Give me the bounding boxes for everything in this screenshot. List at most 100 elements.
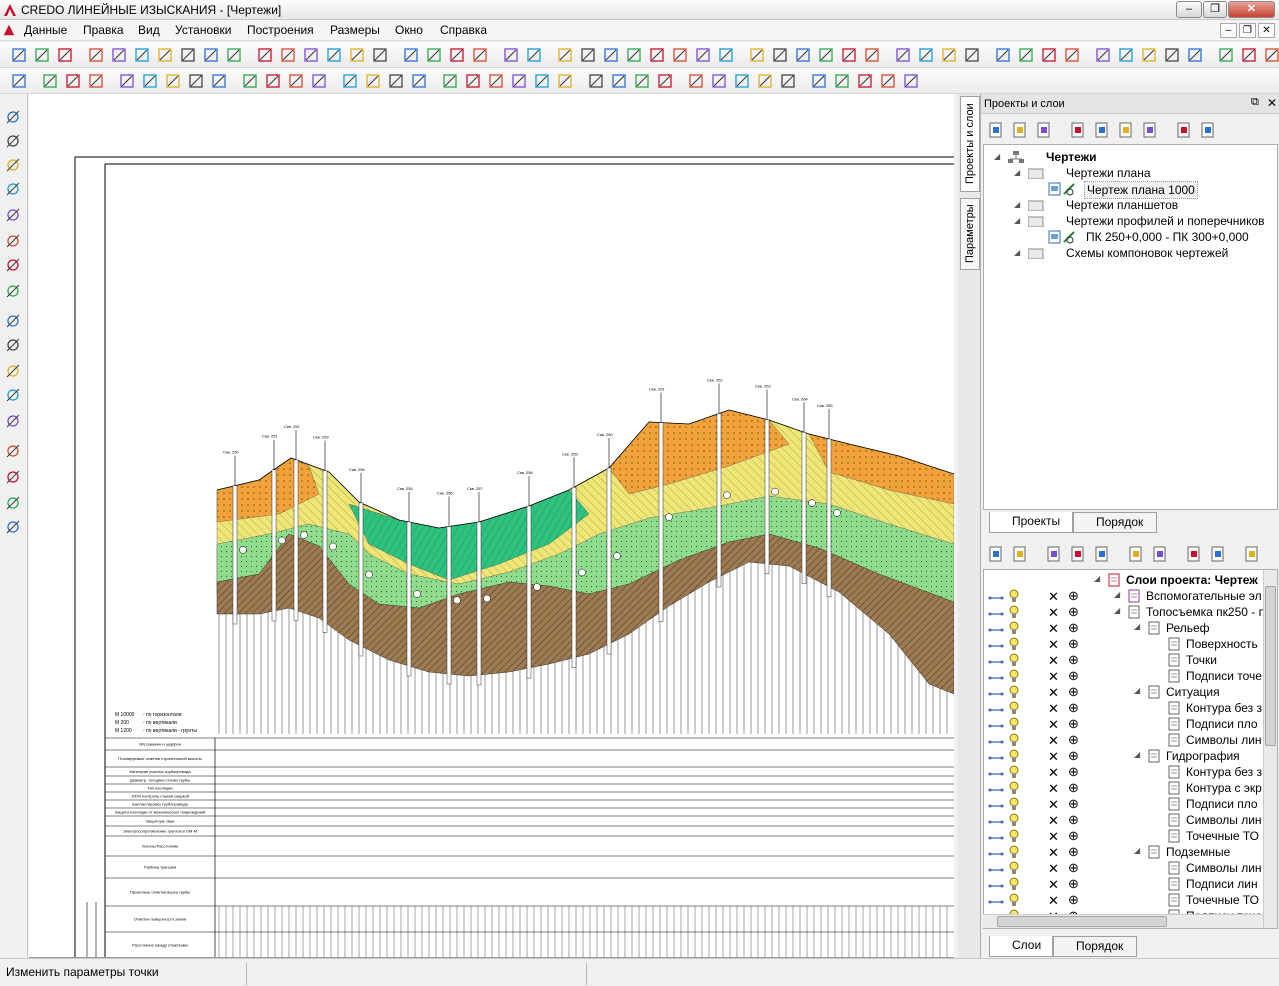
toolbar-point-icon[interactable] bbox=[118, 72, 136, 90]
toolbar-select-icon[interactable] bbox=[210, 72, 228, 90]
link-icon[interactable] bbox=[988, 590, 1004, 605]
layer-row[interactable]: ◢ Слои проекта: Чертеж bbox=[984, 572, 1262, 588]
layer-row[interactable]: ✕ ⊕ Подписи пло bbox=[984, 796, 1262, 812]
tree-node[interactable]: ◢ Схемы компоновок чертежей bbox=[984, 245, 1276, 261]
toolbar-pan-icon[interactable] bbox=[464, 72, 482, 90]
toolbar-snap-icon[interactable] bbox=[717, 46, 735, 64]
toolbar-select-icon[interactable] bbox=[402, 46, 420, 64]
toolbar-pan-icon[interactable] bbox=[656, 72, 674, 90]
panel-tool-zoom-icon[interactable] bbox=[1011, 545, 1029, 563]
left-tool-layer-icon[interactable] bbox=[4, 494, 22, 512]
borehole-column[interactable] bbox=[801, 432, 807, 585]
snap-target-icon[interactable]: ⊕ bbox=[1068, 588, 1079, 604]
toolbar-zoom-icon[interactable] bbox=[625, 46, 643, 64]
delete-x-icon[interactable]: ✕ bbox=[1048, 669, 1059, 685]
toolbar-select-icon[interactable] bbox=[794, 46, 812, 64]
expand-arrow-icon[interactable]: ◢ bbox=[1014, 165, 1020, 181]
toolbar-select-icon[interactable] bbox=[202, 46, 220, 64]
toolbar-select-icon[interactable] bbox=[10, 46, 28, 64]
link-icon[interactable] bbox=[988, 702, 1004, 717]
snap-target-icon[interactable]: ⊕ bbox=[1068, 636, 1079, 652]
link-icon[interactable] bbox=[988, 878, 1004, 893]
panel-tool-snap-icon[interactable] bbox=[1117, 121, 1135, 139]
delete-x-icon[interactable]: ✕ bbox=[1048, 717, 1059, 733]
snap-target-icon[interactable]: ⊕ bbox=[1068, 892, 1079, 908]
toolbar-zoom-icon[interactable] bbox=[225, 46, 243, 64]
layers-hscroll-thumb[interactable] bbox=[997, 916, 1167, 927]
delete-x-icon[interactable]: ✕ bbox=[1048, 589, 1059, 605]
layer-row[interactable]: ✕ ⊕ ◢ Вспомогательные эл bbox=[984, 588, 1262, 604]
toolbar-pan-icon[interactable] bbox=[1240, 46, 1258, 64]
left-tool-zoom-icon[interactable] bbox=[4, 336, 22, 354]
toolbar-layer-icon[interactable] bbox=[187, 72, 205, 90]
toolbar-snap-icon[interactable] bbox=[325, 46, 343, 64]
layers-hscrollbar[interactable] bbox=[983, 914, 1263, 928]
left-tool-layer-icon[interactable] bbox=[4, 282, 22, 300]
toolbar-point-icon[interactable] bbox=[510, 72, 528, 90]
panel-close-button[interactable]: ✕ bbox=[1267, 96, 1277, 110]
panel-tool-pan-icon[interactable] bbox=[1045, 545, 1063, 563]
toolbar-delete-icon[interactable] bbox=[156, 46, 174, 64]
delete-x-icon[interactable]: ✕ bbox=[1048, 845, 1059, 861]
layer-row[interactable]: ✕ ⊕ Подписи лин bbox=[984, 876, 1262, 892]
delete-x-icon[interactable]: ✕ bbox=[1048, 861, 1059, 877]
toolbar-point-icon[interactable] bbox=[502, 46, 520, 64]
layer-row[interactable]: ✕ ⊕ ◢ Подземные bbox=[984, 844, 1262, 860]
expand-arrow-icon[interactable]: ◢ bbox=[1094, 574, 1100, 583]
layers-scrollbar[interactable] bbox=[1263, 570, 1277, 928]
toolbar-snap-icon[interactable] bbox=[341, 72, 359, 90]
tab-order-top[interactable]: Порядок bbox=[1073, 512, 1157, 533]
expand-arrow-icon[interactable]: ◢ bbox=[1014, 197, 1020, 213]
snap-target-icon[interactable]: ⊕ bbox=[1068, 812, 1079, 828]
toolbar-zoom-icon[interactable] bbox=[441, 72, 459, 90]
borehole-column[interactable] bbox=[606, 467, 612, 655]
toolbar-point-icon[interactable] bbox=[310, 72, 328, 90]
toolbar-line-icon[interactable] bbox=[863, 46, 881, 64]
menu-construct[interactable]: Построения bbox=[247, 23, 314, 37]
toolbar-select-icon[interactable] bbox=[994, 46, 1012, 64]
borehole-column[interactable] bbox=[716, 413, 722, 588]
left-tool-point-icon[interactable] bbox=[4, 206, 22, 224]
layer-row[interactable]: ✕ ⊕ Подписи точе bbox=[984, 668, 1262, 684]
toolbar-layer-icon[interactable] bbox=[963, 46, 981, 64]
toolbar-zoom-icon[interactable] bbox=[1017, 46, 1035, 64]
maximize-button[interactable]: ❐ bbox=[1203, 1, 1227, 18]
toolbar-line-icon[interactable] bbox=[671, 46, 689, 64]
toolbar-line-icon[interactable] bbox=[487, 72, 505, 90]
toolbar-line-icon[interactable] bbox=[1063, 46, 1081, 64]
mdi-restore-button[interactable]: ❐ bbox=[1239, 23, 1256, 38]
snap-target-icon[interactable]: ⊕ bbox=[1068, 876, 1079, 892]
tree-node[interactable]: ◢ Чертежи плана bbox=[984, 165, 1276, 181]
borehole-column[interactable] bbox=[764, 419, 770, 575]
borehole-column[interactable] bbox=[271, 469, 277, 622]
delete-x-icon[interactable]: ✕ bbox=[1048, 765, 1059, 781]
toolbar-layer-icon[interactable] bbox=[179, 46, 197, 64]
toolbar-zoom-icon[interactable] bbox=[1217, 46, 1235, 64]
layer-row[interactable]: ✕ ⊕ Контура без з bbox=[984, 764, 1262, 780]
snap-target-icon[interactable]: ⊕ bbox=[1068, 796, 1079, 812]
toolbar-line-icon[interactable] bbox=[287, 72, 305, 90]
link-icon[interactable] bbox=[988, 846, 1004, 861]
borehole-column[interactable] bbox=[658, 422, 664, 622]
tree-node[interactable]: ПК 250+0,000 - ПК 300+0,000 bbox=[984, 229, 1276, 245]
toolbar-delete-icon[interactable] bbox=[556, 46, 574, 64]
toolbar-zoom-icon[interactable] bbox=[817, 46, 835, 64]
panel-tool-layer-icon[interactable] bbox=[1185, 545, 1203, 563]
document-icon[interactable] bbox=[2, 23, 16, 37]
borehole-column[interactable] bbox=[826, 438, 832, 598]
toolbar-layer-icon[interactable] bbox=[587, 72, 605, 90]
toolbar-snap-icon[interactable] bbox=[533, 72, 551, 90]
layer-row[interactable]: ✕ ⊕ Поверхность bbox=[984, 636, 1262, 652]
left-tool-select-icon[interactable] bbox=[4, 108, 22, 126]
tree-node[interactable]: ◢ Чертежи bbox=[984, 149, 1276, 165]
toolbar-layer-icon[interactable] bbox=[387, 72, 405, 90]
toolbar-select-icon[interactable] bbox=[610, 72, 628, 90]
left-tool-delete-icon[interactable] bbox=[4, 468, 22, 486]
toolbar-pan-icon[interactable] bbox=[264, 72, 282, 90]
expand-arrow-icon[interactable]: ◢ bbox=[1134, 750, 1140, 759]
left-tool-select-icon[interactable] bbox=[4, 518, 22, 536]
panel-tool-select-icon[interactable] bbox=[1209, 545, 1227, 563]
delete-x-icon[interactable]: ✕ bbox=[1048, 701, 1059, 717]
snap-target-icon[interactable]: ⊕ bbox=[1068, 748, 1079, 764]
expand-arrow-icon[interactable]: ◢ bbox=[994, 149, 1000, 165]
